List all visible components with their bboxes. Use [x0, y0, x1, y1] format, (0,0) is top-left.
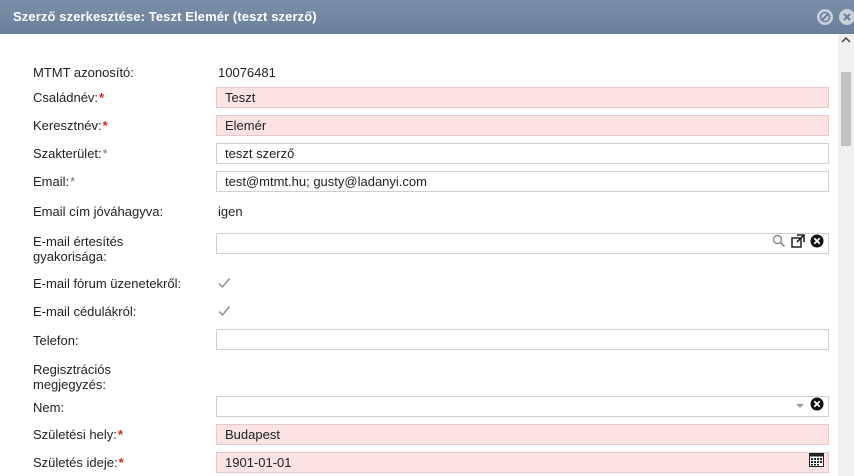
minimize-icon[interactable]	[817, 9, 833, 25]
dialog-title: Szerző szerkesztése: Teszt Elemér (teszt…	[13, 9, 317, 24]
calendar-icon[interactable]	[809, 453, 824, 472]
email-approved-value: igen	[218, 204, 243, 219]
clear-icon[interactable]	[810, 234, 824, 253]
email-frequency-input[interactable]	[216, 233, 829, 254]
note-emails-checkbox[interactable]	[217, 304, 231, 318]
given-name-input[interactable]: Elemér	[216, 115, 829, 136]
vertical-scrollbar[interactable]	[838, 34, 854, 476]
note-emails-label: E-mail cédulákról:	[33, 304, 137, 319]
gender-select[interactable]	[216, 396, 829, 417]
mtmt-id-label: MTMT azonosító:	[33, 65, 134, 80]
birthplace-input[interactable]: Budapest	[216, 424, 829, 445]
phone-input[interactable]	[216, 329, 829, 350]
scrollbar-thumb[interactable]	[841, 72, 851, 146]
forum-emails-checkbox[interactable]	[217, 276, 231, 290]
field-label: Szakterület:*	[33, 146, 108, 161]
birthdate-label: Születés ideje:*	[33, 455, 124, 470]
close-icon[interactable]	[839, 9, 854, 25]
clear-icon[interactable]	[810, 397, 824, 416]
check-icon	[218, 306, 231, 317]
search-icon[interactable]	[772, 234, 786, 253]
open-external-icon[interactable]	[791, 234, 805, 253]
required-mark: *	[117, 427, 123, 442]
check-icon	[218, 278, 231, 289]
gender-label: Nem:	[33, 400, 65, 415]
email-frequency-label: E-mail értesítés gyakorisága:	[33, 234, 124, 264]
mtmt-id-value: 10076481	[218, 65, 276, 80]
scroll-up-icon[interactable]	[838, 34, 854, 48]
email-input[interactable]: test@mtmt.hu; gusty@ladanyi.com	[216, 171, 829, 192]
field-input[interactable]: teszt szerző	[216, 143, 829, 164]
edit-author-form: MTMT azonosító: 10076481 Családnév:* Tes…	[0, 34, 838, 476]
required-mark: *	[118, 455, 124, 470]
required-mark: *	[70, 174, 76, 189]
required-mark: *	[102, 118, 108, 133]
forum-emails-label: E-mail fórum üzenetekről:	[33, 276, 182, 291]
birthdate-input[interactable]: 1901-01-01	[216, 452, 829, 473]
family-name-label: Családnév:*	[33, 90, 105, 105]
required-mark: *	[102, 146, 108, 161]
email-label: Email:*	[33, 174, 76, 189]
given-name-label: Keresztnév:*	[33, 118, 108, 133]
birthplace-label: Születési hely:*	[33, 427, 123, 442]
registration-note-label: Regisztrációs megjegyzés:	[33, 362, 112, 392]
dialog-titlebar: Szerző szerkesztése: Teszt Elemér (teszt…	[0, 0, 854, 34]
family-name-input[interactable]: Teszt	[216, 87, 829, 108]
email-approved-label: Email cím jóváhagyva:	[33, 204, 164, 219]
chevron-down-icon[interactable]	[795, 397, 805, 416]
phone-label: Telefon:	[33, 333, 79, 348]
required-mark: *	[99, 90, 105, 105]
